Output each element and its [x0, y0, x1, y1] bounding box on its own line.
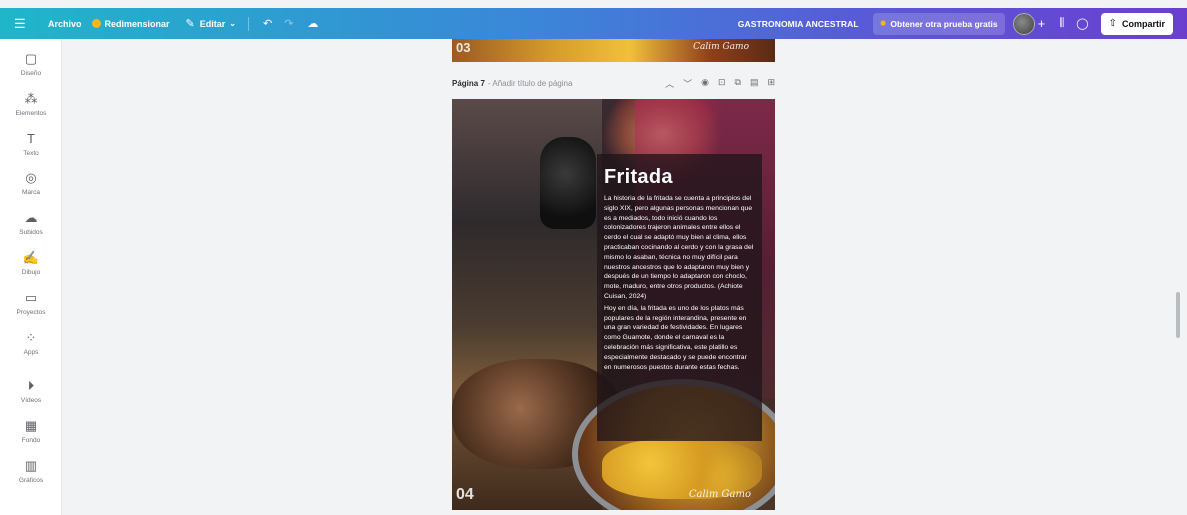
- sidebar-item-label: Apps: [23, 349, 39, 356]
- comment-icon[interactable]: ◯: [1076, 17, 1088, 30]
- duplicate-icon[interactable]: ⧉: [735, 77, 741, 90]
- sidebar-item-label: Subidos: [19, 229, 43, 236]
- resize-label: Redimensionar: [104, 18, 170, 29]
- share-icon: ⇧: [1108, 18, 1117, 29]
- paragraph-2: Hoy en día, la fritada es uno de los pla…: [604, 304, 747, 371]
- toolbar-divider: [247, 16, 249, 31]
- brand-icon: ◎: [25, 170, 37, 185]
- sidebar-item-label: Texto: [23, 150, 39, 157]
- star-icon: ✸: [879, 19, 887, 28]
- sidebar-item-label: Marca: [21, 189, 41, 196]
- chevron-up-icon[interactable]: ︿: [665, 77, 674, 90]
- document-title[interactable]: GASTRONOMIA ANCESTRAL: [738, 19, 859, 29]
- elements-icon: ⁂: [24, 91, 38, 106]
- sidebar-item-elements[interactable]: ⁂ Elementos: [0, 91, 62, 117]
- video-icon: ⏵: [27, 378, 35, 393]
- undo-icon[interactable]: ↶: [263, 17, 272, 30]
- eye-icon[interactable]: ◉: [701, 77, 709, 90]
- edit-menu[interactable]: ✎ Editar ⌄: [186, 17, 236, 30]
- vertical-scrollbar[interactable]: [1176, 292, 1180, 338]
- lock-icon[interactable]: ⊡: [718, 77, 726, 90]
- apps-icon: ⁘: [25, 330, 37, 345]
- sidebar-item-label: Elementos: [15, 110, 47, 117]
- sidebar-item-brand[interactable]: ◎ Marca: [0, 170, 62, 196]
- sidebar-item-background[interactable]: ▦ Fondo: [0, 418, 62, 444]
- edit-label: Editar: [199, 18, 226, 29]
- page-label: Página 7: [452, 78, 485, 88]
- layout-icon: ▢: [24, 51, 38, 66]
- sidebar-item-text[interactable]: T Texto: [0, 131, 62, 157]
- chevron-down-icon[interactable]: ﹀: [683, 77, 692, 90]
- sidebar-item-videos[interactable]: ⏵ Vídeos: [0, 378, 62, 404]
- trash-icon[interactable]: ▤: [750, 77, 759, 90]
- sidebar-item-label: Dibujo: [21, 269, 41, 276]
- page-title-input[interactable]: - Añadir título de página: [488, 79, 573, 88]
- crown-icon: [91, 19, 101, 28]
- page-header: Página 7 - Añadir título de página ︿ ﹀ ◉…: [452, 76, 775, 90]
- page-number: 04: [456, 486, 474, 503]
- file-menu[interactable]: Archivo: [48, 19, 82, 29]
- design-page[interactable]: Fritada La historia de la fritada se cue…: [452, 99, 775, 510]
- draw-icon: ✍: [22, 250, 40, 265]
- share-label: Compartir: [1121, 18, 1165, 29]
- upload-cloud-icon: ☁: [24, 210, 38, 225]
- signature-image: Calim Gamo: [693, 42, 749, 52]
- previous-page-thumbnail[interactable]: 03 Calim Gamo: [452, 39, 775, 62]
- cloud-sync-icon[interactable]: ☁: [307, 17, 318, 30]
- chevron-down-icon: ⌄: [229, 19, 236, 28]
- sidebar-item-projects[interactable]: ▭ Proyectos: [0, 290, 62, 316]
- sidebar-item-apps[interactable]: ⁘ Apps: [0, 330, 62, 356]
- pencil-icon: ✎: [185, 18, 195, 30]
- sidebar-item-label: Proyectos: [16, 309, 46, 316]
- sidebar-item-draw[interactable]: ✍ Dibujo: [0, 250, 62, 276]
- folder-icon: ▭: [24, 290, 38, 305]
- black-glove-hand: [540, 137, 596, 229]
- text-box[interactable]: Fritada La historia de la fritada se cue…: [597, 154, 762, 441]
- sidebar-item-design[interactable]: ▢ Diseño: [0, 51, 62, 77]
- redo-icon[interactable]: ↷: [284, 17, 293, 30]
- paragraph-1: La historia de la fritada se cuenta a pr…: [604, 195, 754, 300]
- body-text: La historia de la fritada se cuenta a pr…: [604, 194, 756, 372]
- hamburger-menu-icon[interactable]: ☰: [14, 16, 38, 32]
- background-icon: ▦: [24, 418, 38, 433]
- share-button[interactable]: ⇧ Compartir: [1100, 12, 1173, 35]
- sidebar-item-charts[interactable]: ▥ Gráficos: [0, 458, 62, 484]
- add-collaborator-icon[interactable]: +: [1038, 16, 1046, 31]
- page-title: Fritada: [604, 166, 673, 188]
- left-sidebar: ▢ Diseño ⁂ Elementos T Texto ◎ Marca ☁ S…: [0, 39, 62, 515]
- page-tools: ︿ ﹀ ◉ ⊡ ⧉ ▤ ⊞: [665, 77, 775, 90]
- avatar[interactable]: [1012, 12, 1035, 35]
- top-toolbar: ☰ Archivo Redimensionar ✎ Editar ⌄ ↶ ↷ ☁…: [0, 8, 1187, 39]
- text-icon: T: [27, 131, 35, 146]
- free-trial-label: Obtener otra prueba gratis: [890, 18, 998, 29]
- free-trial-button[interactable]: ✸ Obtener otra prueba gratis: [872, 12, 1005, 35]
- previous-page-number: 03: [456, 40, 471, 55]
- analytics-icon[interactable]: ⫼: [1059, 17, 1064, 30]
- sidebar-item-label: Fondo: [21, 437, 41, 444]
- add-page-icon[interactable]: ⊞: [767, 77, 775, 90]
- sidebar-item-label: Gráficos: [18, 477, 44, 484]
- signature-image: Calim Gamo: [688, 489, 751, 500]
- charts-icon: ▥: [24, 458, 38, 473]
- sidebar-item-uploads[interactable]: ☁ Subidos: [0, 210, 62, 236]
- sidebar-item-label: Diseño: [20, 70, 42, 77]
- sidebar-item-label: Vídeos: [20, 397, 42, 404]
- resize-button[interactable]: Redimensionar: [91, 18, 170, 29]
